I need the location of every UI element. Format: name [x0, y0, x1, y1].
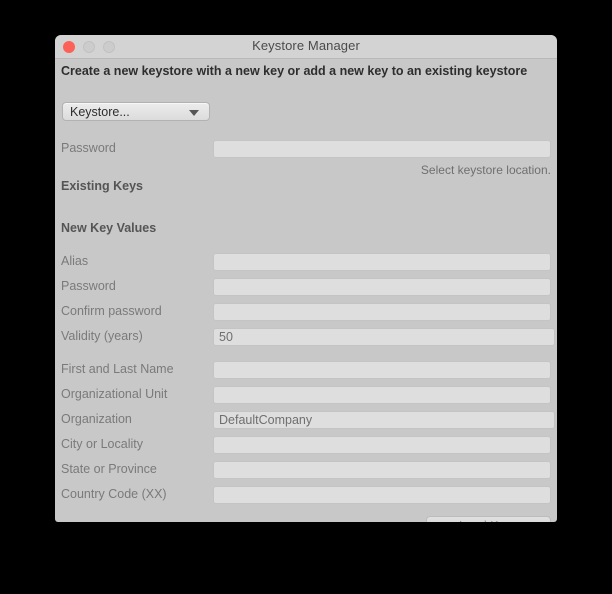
field-input-first-and-last-name[interactable] [213, 361, 551, 379]
headline-text: Create a new keystore with a new key or … [61, 64, 528, 78]
field-input-password[interactable] [213, 278, 551, 296]
keystore-manager-window: Keystore Manager Create a new keystore w… [55, 35, 557, 522]
field-label-validity: Validity (years) [61, 329, 143, 343]
field-input-alias[interactable] [213, 253, 551, 271]
keystore-select-value: Keystore... [70, 105, 130, 119]
keystore-password-input[interactable] [213, 140, 551, 158]
title-bar: Keystore Manager [55, 35, 557, 59]
field-value-organization: DefaultCompany [219, 413, 313, 427]
window-title: Keystore Manager [252, 38, 360, 53]
dialog-content: Create a new keystore with a new key or … [55, 59, 557, 522]
field-input-city-or-locality[interactable] [213, 436, 551, 454]
field-input-organizational-unit[interactable] [213, 386, 551, 404]
keystore-password-label: Password [61, 141, 116, 155]
field-label-city-or-locality: City or Locality [61, 437, 143, 451]
keystore-select[interactable]: Keystore... [62, 102, 210, 121]
field-input-validity[interactable]: 50 [213, 328, 555, 346]
load-keys-button[interactable]: Load Keys [426, 516, 551, 522]
field-label-first-and-last-name: First and Last Name [61, 362, 174, 376]
field-input-country-code[interactable] [213, 486, 551, 504]
field-label-password: Password [61, 279, 116, 293]
field-input-organization[interactable]: DefaultCompany [213, 411, 555, 429]
field-label-country-code: Country Code (XX) [61, 487, 167, 501]
section-existing-keys: Existing Keys [61, 179, 143, 193]
field-value-validity: 50 [219, 330, 233, 344]
section-new-key-values: New Key Values [61, 221, 157, 235]
field-input-confirm-password[interactable] [213, 303, 551, 321]
field-label-state-or-province: State or Province [61, 462, 157, 476]
hint-text: Select keystore location. [420, 163, 551, 177]
field-label-organization: Organization [61, 412, 132, 426]
field-label-organizational-unit: Organizational Unit [61, 387, 168, 401]
chevron-down-icon [189, 110, 199, 116]
field-label-confirm-password: Confirm password [61, 304, 162, 318]
field-label-alias: Alias [61, 254, 89, 268]
field-input-state-or-province[interactable] [213, 461, 551, 479]
